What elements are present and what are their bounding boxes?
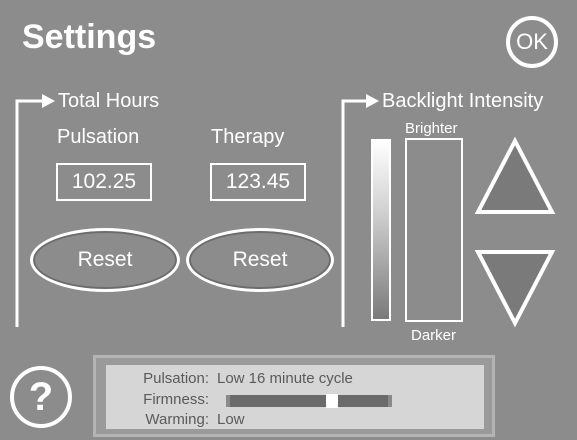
backlight-gradient-bar (371, 139, 391, 321)
status-pulsation-key: Pulsation: (143, 370, 209, 387)
backlight-intensity-box (405, 138, 463, 322)
status-warming-value: Low (217, 411, 245, 428)
status-firmness-key: Firmness: (143, 391, 209, 408)
status-pulsation-value: Low 16 minute cycle (217, 370, 353, 387)
help-button[interactable]: ? (10, 366, 72, 428)
status-pulsation-row: Pulsation: Low 16 minute cycle (106, 370, 353, 387)
brighter-up-arrow-icon[interactable] (472, 134, 558, 218)
firmness-track-right-end (388, 395, 392, 407)
firmness-level-marker (326, 394, 338, 408)
status-warming-key: Warming: (145, 411, 209, 428)
firmness-track-left-end (226, 395, 230, 407)
backlight-arrow-icon (366, 94, 379, 108)
status-firmness-row: Firmness: (106, 391, 217, 408)
brighter-label: Brighter (405, 120, 458, 137)
total-hours-label: Total Hours (58, 90, 160, 112)
backlight-intensity-label: Backlight Intensity (382, 90, 544, 112)
darker-down-arrow-icon[interactable] (472, 246, 558, 330)
therapy-label: Therapy (211, 126, 285, 148)
total-hours-arrow-icon (42, 94, 55, 108)
therapy-hours-value: 123.45 (210, 163, 306, 201)
status-warming-row: Warming: Low (106, 411, 245, 428)
pulsation-reset-button[interactable]: Reset (30, 228, 180, 292)
pulsation-hours-value: 102.25 (56, 163, 152, 201)
status-panel: Pulsation: Low 16 minute cycle Firmness: … (93, 355, 495, 437)
status-panel-inner: Pulsation: Low 16 minute cycle Firmness: … (106, 365, 484, 429)
backlight-bracket-line (341, 99, 366, 327)
total-hours-bracket-line (15, 99, 42, 327)
firmness-level-bar (226, 394, 392, 408)
therapy-reset-button[interactable]: Reset (186, 228, 334, 292)
darker-label: Darker (411, 327, 457, 344)
pulsation-label: Pulsation (57, 126, 140, 148)
